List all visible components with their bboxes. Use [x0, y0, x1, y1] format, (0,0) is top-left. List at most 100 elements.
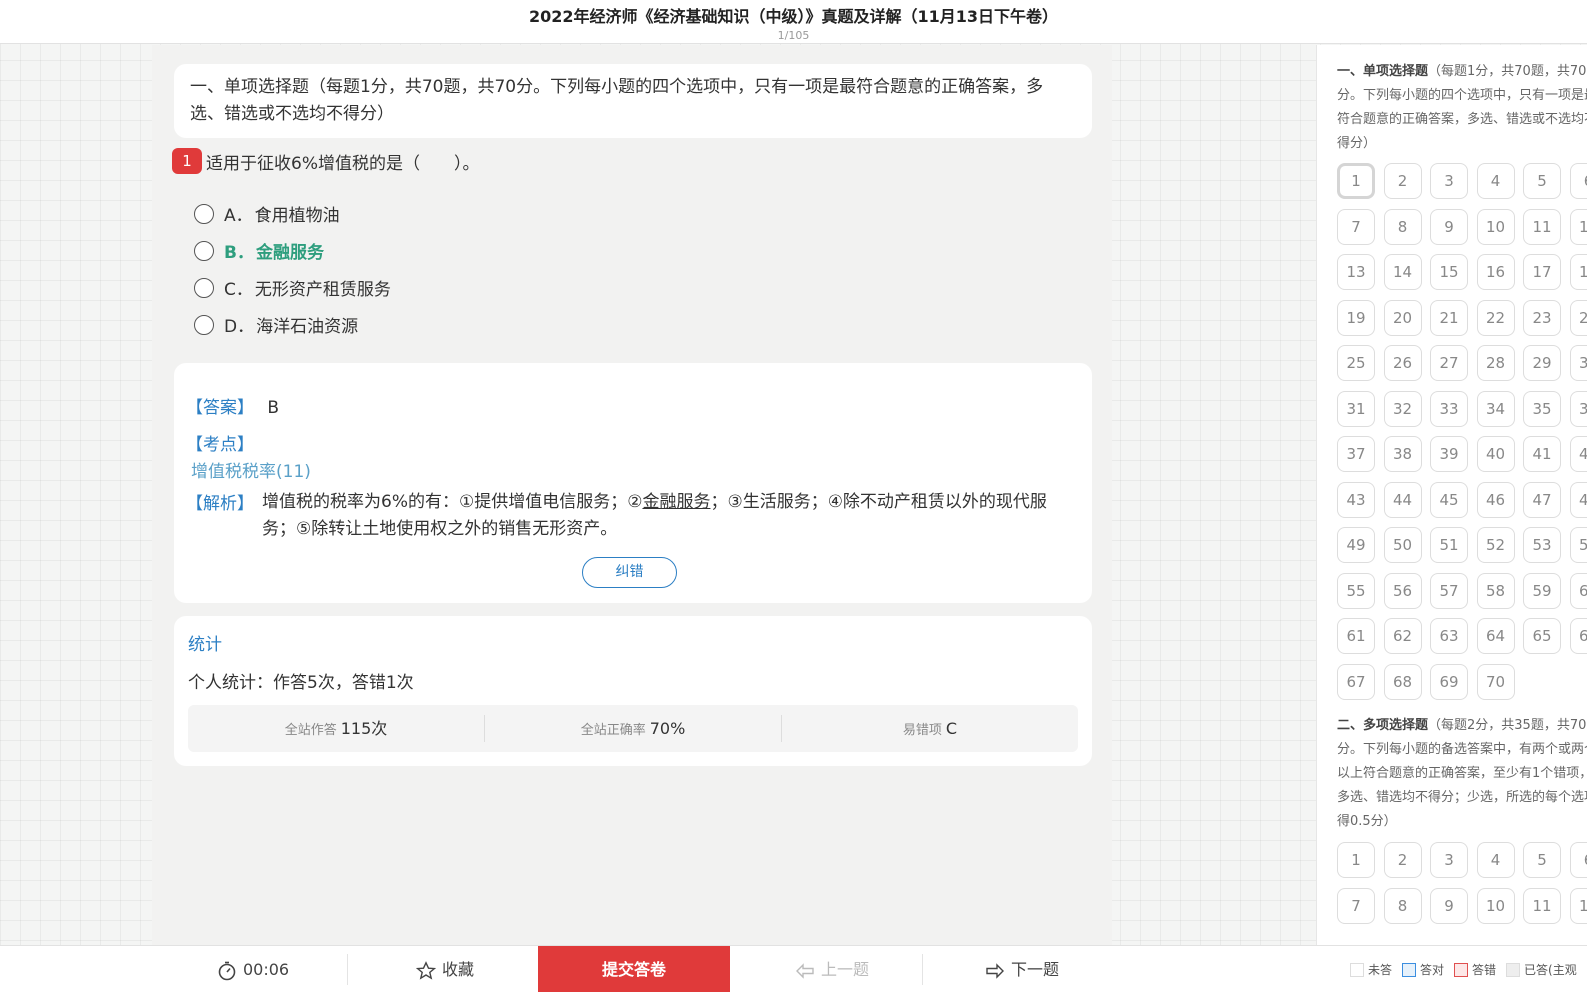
- question-nav-59[interactable]: 59: [1523, 572, 1561, 609]
- question-nav-7[interactable]: 7: [1337, 887, 1375, 924]
- section-intro: 一、单项选择题（每题1分，共70题，共70分。下列每小题的四个选项中，只有一项是…: [174, 64, 1092, 138]
- next-question-button[interactable]: 下一题: [985, 946, 1059, 992]
- question-nav-38[interactable]: 38: [1383, 436, 1422, 472]
- question-nav-54[interactable]: 54: [1569, 527, 1587, 563]
- kp-tag: 【考点】: [186, 430, 254, 455]
- question-nav-67[interactable]: 67: [1337, 663, 1375, 700]
- question-nav-50[interactable]: 50: [1383, 527, 1422, 563]
- question-nav-4[interactable]: 4: [1476, 163, 1515, 199]
- question-nav-48[interactable]: 48: [1569, 481, 1587, 518]
- question-nav-55[interactable]: 55: [1337, 572, 1375, 609]
- question-nav-58[interactable]: 58: [1476, 572, 1515, 609]
- question-nav-65[interactable]: 65: [1523, 618, 1561, 654]
- question-nav-37[interactable]: 37: [1337, 436, 1375, 472]
- question-nav-62[interactable]: 62: [1383, 618, 1422, 654]
- question-nav-7[interactable]: 7: [1337, 208, 1375, 245]
- question-nav-5[interactable]: 5: [1523, 842, 1561, 878]
- question-nav-23[interactable]: 23: [1523, 299, 1561, 336]
- question-nav-21[interactable]: 21: [1430, 299, 1468, 336]
- question-nav-52[interactable]: 52: [1476, 527, 1515, 563]
- question-nav-8[interactable]: 8: [1383, 208, 1422, 245]
- question-nav-34[interactable]: 34: [1476, 390, 1515, 427]
- question-nav-4[interactable]: 4: [1476, 842, 1515, 878]
- question-nav-42[interactable]: 42: [1569, 436, 1587, 472]
- question-nav-39[interactable]: 39: [1430, 436, 1468, 472]
- question-nav-57[interactable]: 57: [1430, 572, 1468, 609]
- question-nav-66[interactable]: 66: [1569, 618, 1587, 654]
- option-a[interactable]: A． 食用植物油: [194, 195, 391, 232]
- submit-button[interactable]: 提交答卷: [538, 946, 730, 992]
- question-nav-14[interactable]: 14: [1383, 254, 1422, 290]
- question-nav-69[interactable]: 69: [1430, 663, 1468, 700]
- question-nav-18[interactable]: 18: [1569, 254, 1587, 290]
- question-nav-11[interactable]: 11: [1523, 887, 1561, 924]
- question-nav-6[interactable]: 6: [1569, 842, 1587, 878]
- question-nav-46[interactable]: 46: [1476, 481, 1515, 518]
- question-nav-43[interactable]: 43: [1337, 481, 1375, 518]
- question-nav-68[interactable]: 68: [1383, 663, 1422, 700]
- question-nav-36[interactable]: 36: [1569, 390, 1587, 427]
- question-nav-27[interactable]: 27: [1430, 345, 1468, 381]
- question-nav-12[interactable]: 12: [1569, 887, 1587, 924]
- question-nav-19[interactable]: 19: [1337, 299, 1375, 336]
- question-nav-53[interactable]: 53: [1523, 527, 1561, 563]
- question-nav-63[interactable]: 63: [1430, 618, 1468, 654]
- report-error-button[interactable]: 纠错: [582, 557, 677, 588]
- question-nav-35[interactable]: 35: [1523, 390, 1561, 427]
- question-nav-10[interactable]: 10: [1476, 208, 1515, 245]
- question-nav-9[interactable]: 9: [1430, 887, 1468, 924]
- question-nav-1[interactable]: 1: [1337, 163, 1375, 199]
- question-nav-31[interactable]: 31: [1337, 390, 1375, 427]
- question-nav-5[interactable]: 5: [1523, 163, 1561, 199]
- radio-icon[interactable]: [194, 240, 214, 261]
- question-nav-47[interactable]: 47: [1523, 481, 1561, 518]
- question-nav-20[interactable]: 20: [1383, 299, 1422, 336]
- radio-icon[interactable]: [194, 203, 214, 224]
- question-nav-49[interactable]: 49: [1337, 527, 1375, 563]
- question-nav-2[interactable]: 2: [1383, 163, 1422, 199]
- question-nav-9[interactable]: 9: [1430, 208, 1468, 245]
- knowledge-point-link[interactable]: 增值税税率(11): [191, 462, 311, 482]
- option-c[interactable]: C． 无形资产租赁服务: [194, 269, 391, 306]
- question-nav-24[interactable]: 24: [1569, 299, 1587, 336]
- question-nav-17[interactable]: 17: [1523, 254, 1561, 290]
- question-nav-60[interactable]: 60: [1569, 572, 1587, 609]
- question-nav-12[interactable]: 12: [1569, 208, 1587, 245]
- question-nav-64[interactable]: 64: [1476, 618, 1515, 654]
- favorite-button[interactable]: 收藏: [416, 946, 474, 992]
- question-nav-26[interactable]: 26: [1383, 345, 1422, 381]
- question-nav-3[interactable]: 3: [1430, 163, 1468, 199]
- parse-text-part-1: 增值税的税率为6%的有：①提供增值电信服务；②: [262, 492, 643, 512]
- question-nav-51[interactable]: 51: [1430, 527, 1468, 563]
- question-nav-16[interactable]: 16: [1476, 254, 1515, 290]
- question-nav-3[interactable]: 3: [1430, 842, 1468, 878]
- question-nav-33[interactable]: 33: [1430, 390, 1468, 427]
- question-nav-8[interactable]: 8: [1383, 887, 1422, 924]
- question-nav-22[interactable]: 22: [1476, 299, 1515, 336]
- radio-icon[interactable]: [194, 314, 214, 335]
- question-nav-11[interactable]: 11: [1523, 208, 1561, 245]
- radio-icon[interactable]: [194, 277, 214, 298]
- legend-swatch: [1402, 962, 1417, 977]
- question-nav-40[interactable]: 40: [1476, 436, 1515, 472]
- question-nav-32[interactable]: 32: [1383, 390, 1422, 427]
- option-d[interactable]: D． 海洋石油资源: [194, 306, 391, 343]
- question-nav-41[interactable]: 41: [1523, 436, 1561, 472]
- question-nav-28[interactable]: 28: [1476, 345, 1515, 381]
- question-nav-10[interactable]: 10: [1476, 887, 1515, 924]
- question-nav-13[interactable]: 13: [1337, 254, 1375, 290]
- question-nav-25[interactable]: 25: [1337, 345, 1375, 381]
- question-nav-61[interactable]: 61: [1337, 618, 1375, 654]
- question-nav-6[interactable]: 6: [1569, 163, 1587, 199]
- question-nav-70[interactable]: 70: [1476, 663, 1515, 700]
- question-nav-30[interactable]: 30: [1569, 345, 1587, 381]
- prev-question-button[interactable]: 上一题: [795, 946, 869, 992]
- question-nav-29[interactable]: 29: [1523, 345, 1561, 381]
- option-b[interactable]: B． 金融服务: [194, 232, 391, 269]
- question-nav-56[interactable]: 56: [1383, 572, 1422, 609]
- question-nav-45[interactable]: 45: [1430, 481, 1468, 518]
- question-nav-2[interactable]: 2: [1383, 842, 1422, 878]
- question-nav-15[interactable]: 15: [1430, 254, 1468, 290]
- question-nav-44[interactable]: 44: [1383, 481, 1422, 518]
- question-nav-1[interactable]: 1: [1337, 842, 1375, 878]
